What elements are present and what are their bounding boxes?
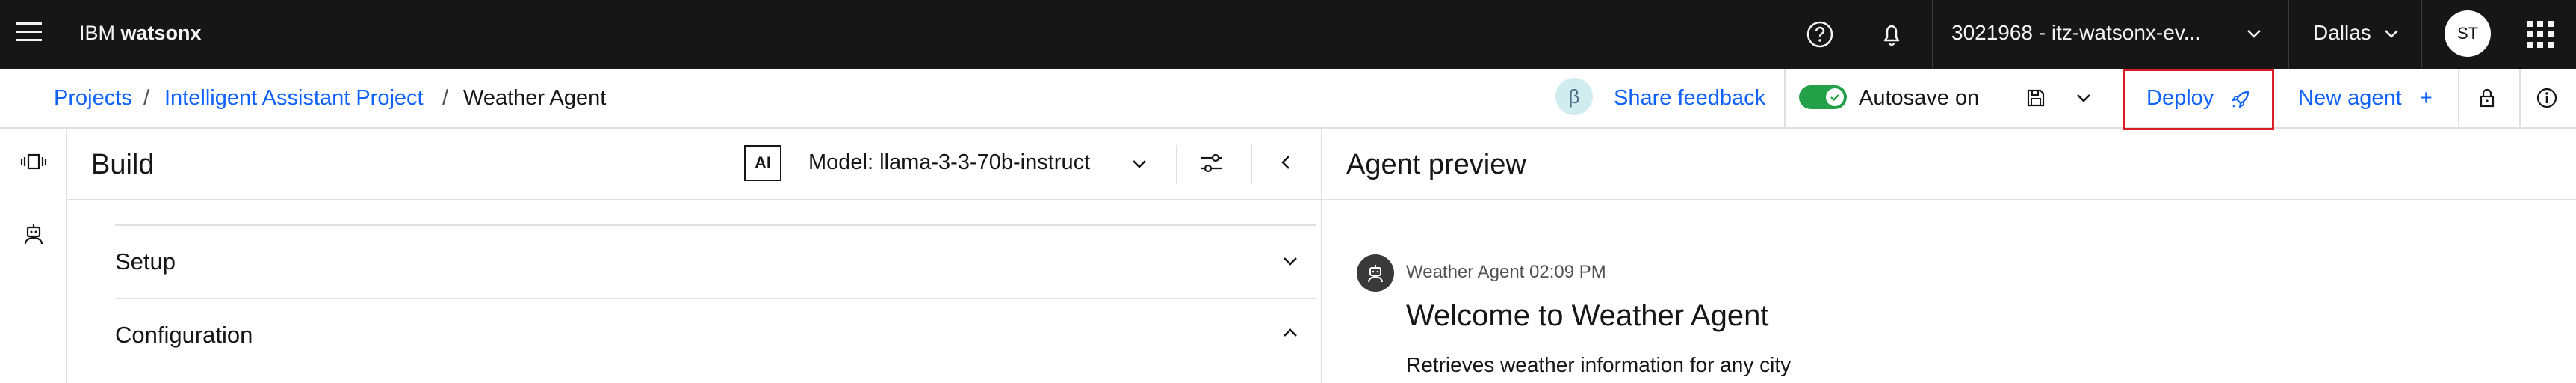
new-agent-button[interactable]: New agent + — [2298, 84, 2433, 112]
toolbar-divider — [1784, 69, 1786, 127]
message-meta: Weather Agent 02:09 PM — [1406, 262, 1606, 282]
brand-product: watsonx — [120, 22, 202, 44]
header-divider — [2288, 0, 2289, 69]
chevron-down-icon[interactable] — [2380, 22, 2403, 49]
breadcrumb-separator: / — [442, 86, 449, 110]
settings-adjust-icon[interactable] — [1197, 148, 1227, 178]
toolbar-divider — [2519, 69, 2521, 127]
setup-section-title[interactable]: Setup — [115, 247, 176, 277]
autosave-label: Autosave on — [1859, 86, 1980, 110]
region-selector[interactable]: Dallas — [2313, 19, 2371, 46]
header-divider — [1932, 0, 1933, 69]
preview-header: Agent preview — [1322, 129, 2576, 200]
section-divider — [115, 224, 1316, 226]
header-divider — [1176, 145, 1177, 184]
deploy-label: Deploy — [2146, 86, 2214, 110]
chevron-down-icon[interactable] — [1279, 250, 1301, 276]
section-divider — [115, 298, 1316, 299]
build-header: Build AI Model: llama-3-3-70b-instruct — [67, 129, 1322, 200]
notification-icon[interactable] — [1874, 16, 1910, 52]
info-icon[interactable] — [2533, 84, 2561, 112]
header-divider — [1251, 145, 1252, 184]
chevron-down-icon[interactable] — [2243, 22, 2265, 49]
account-switcher[interactable]: 3021968 - itz-watsonx-ev... — [1951, 19, 2201, 46]
app-switcher-icon[interactable] — [2527, 21, 2554, 48]
agent-preview-panel: Agent preview Weather Agent 02:09 PM Wel… — [1322, 129, 2576, 383]
agent-avatar-icon — [1357, 254, 1394, 292]
breadcrumb-current: Weather Agent — [463, 86, 607, 110]
brand-prefix: IBM — [79, 22, 116, 44]
breadcrumb-project[interactable]: Intelligent Assistant Project — [164, 84, 424, 112]
deploy-button[interactable]: Deploy — [2123, 69, 2274, 130]
chevron-down-icon[interactable] — [1128, 153, 1151, 179]
brand-title[interactable]: IBM watsonx — [79, 19, 202, 46]
carousel-icon[interactable] — [16, 147, 51, 177]
welcome-heading: Welcome to Weather Agent — [1406, 299, 1769, 332]
save-options-chevron-icon[interactable] — [2069, 84, 2098, 112]
new-agent-label: New agent — [2298, 86, 2402, 110]
configuration-section-title[interactable]: Configuration — [115, 320, 253, 350]
autosave-toggle[interactable] — [1799, 85, 1847, 109]
chevron-up-icon[interactable] — [1279, 322, 1301, 348]
left-rail — [0, 129, 67, 383]
build-title: Build — [91, 149, 155, 180]
bot-icon[interactable] — [16, 218, 51, 248]
header-divider — [2421, 0, 2422, 69]
top-header: IBM watsonx 3021968 - itz-watsonx-ev... … — [0, 0, 2576, 69]
rocket-icon — [2229, 88, 2253, 115]
toolbar-divider — [2458, 69, 2459, 127]
chevron-left-icon[interactable] — [1275, 151, 1297, 177]
plus-icon: + — [2419, 86, 2433, 110]
agent-description: Retrieves weather information for any ci… — [1406, 353, 1792, 376]
checkmark-icon — [1826, 88, 1844, 106]
breadcrumb-projects[interactable]: Projects — [54, 84, 132, 112]
model-selector[interactable]: Model: llama-3-3-70b-instruct — [808, 148, 1090, 177]
build-panel: Build AI Model: llama-3-3-70b-instruct S… — [67, 129, 1322, 383]
breadcrumb-toolbar: Projects / Intelligent Assistant Project… — [0, 69, 2576, 130]
ai-label-badge: AI — [744, 145, 781, 181]
lock-icon[interactable] — [2473, 84, 2501, 112]
share-feedback-link[interactable]: Share feedback — [1614, 84, 1765, 112]
help-icon[interactable] — [1802, 16, 1838, 52]
save-icon[interactable] — [2022, 84, 2050, 112]
breadcrumb-separator: / — [143, 86, 150, 110]
menu-icon[interactable] — [16, 22, 42, 45]
beta-badge: β — [1555, 78, 1593, 115]
preview-title: Agent preview — [1346, 149, 1526, 180]
user-avatar[interactable]: ST — [2445, 10, 2491, 57]
